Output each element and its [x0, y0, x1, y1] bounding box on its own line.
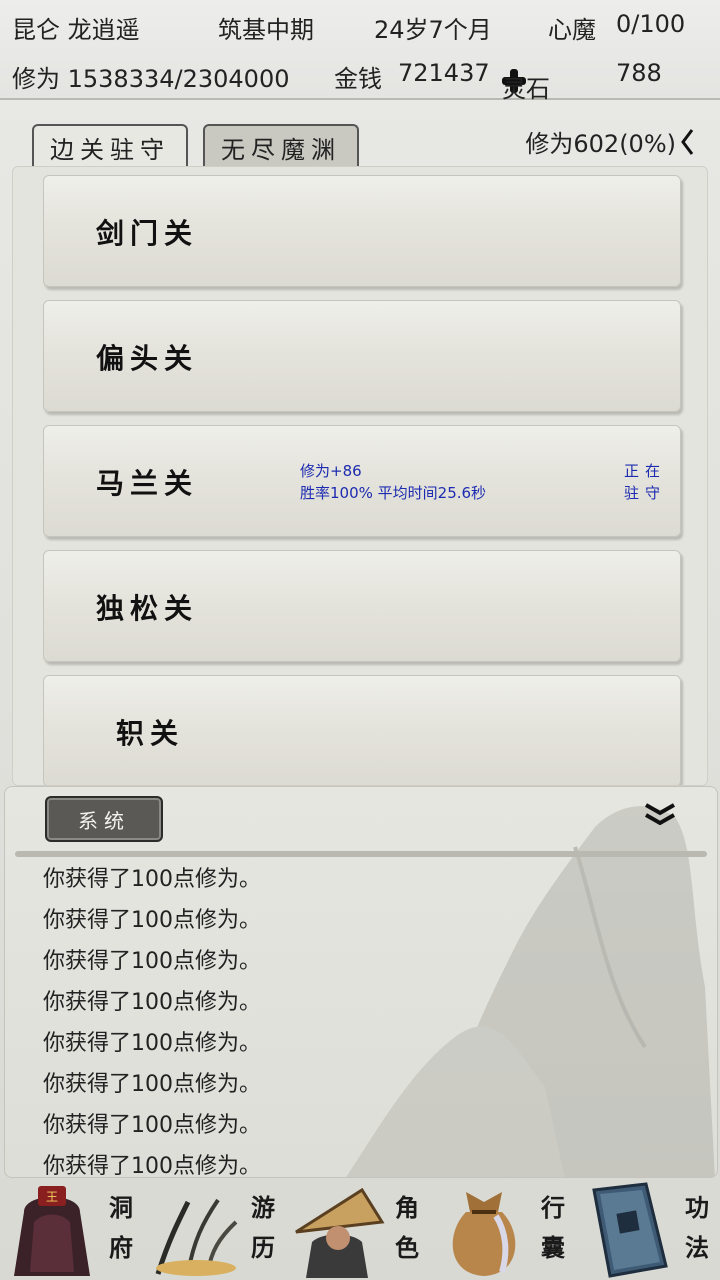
nav-label-char: 色	[395, 1233, 419, 1262]
spirit-stone-label: 灵石	[502, 75, 550, 103]
nav-label-char: 府	[109, 1233, 133, 1262]
pass-name: 偏头关	[96, 342, 199, 375]
guarding-status-line: 正在	[623, 462, 666, 480]
log-lines[interactable]: 你获得了100点修为。 你获得了100点修为。 你获得了100点修为。 你获得了…	[43, 859, 261, 1178]
pass-card-malan[interactable]: 马兰关 修为+86 胜率100% 平均时间25.6秒 正在 驻守	[43, 425, 681, 537]
nav-cave-dwelling[interactable]: 王 洞 府	[0, 1178, 144, 1280]
player-name: 昆仑 龙逍遥	[12, 16, 140, 44]
pass-name: 轵关	[116, 717, 185, 750]
nav-label-char: 角	[395, 1193, 419, 1222]
log-line: 你获得了100点修为。	[43, 867, 261, 892]
tab-endless-abyss[interactable]: 无尽魔渊	[203, 124, 359, 168]
pass-name: 马兰关	[96, 467, 199, 500]
pass-name: 剑门关	[96, 217, 199, 250]
guarding-status: 正在 驻守	[616, 460, 666, 504]
double-chevron-down-icon[interactable]	[643, 803, 677, 825]
money-label: 金钱	[334, 65, 382, 93]
log-line: 你获得了100点修为。	[43, 949, 261, 974]
travel-icon	[155, 1198, 238, 1276]
log-line: 你获得了100点修为。	[43, 1154, 261, 1178]
demon-value: 0/100	[616, 10, 686, 38]
log-line: 你获得了100点修为。	[43, 1031, 261, 1056]
log-line: 你获得了100点修为。	[43, 990, 261, 1015]
pass-win-rate: 胜率100% 平均时间25.6秒	[300, 484, 487, 502]
nav-character[interactable]: 角 色	[288, 1178, 432, 1280]
nav-label: 功 法	[682, 1188, 712, 1268]
demon-label: 心魔	[548, 16, 596, 44]
divider	[15, 851, 707, 857]
pass-card-zhi[interactable]: 轵关	[43, 675, 681, 785]
character-icon	[295, 1187, 385, 1278]
nav-label-char: 功	[685, 1193, 709, 1222]
nav-label-char: 囊	[541, 1233, 565, 1262]
realm-label: 筑基中期	[218, 16, 314, 44]
nav-label: 游 历	[248, 1188, 278, 1268]
cave-dwelling-icon: 王	[14, 1186, 90, 1276]
pass-card-dusong[interactable]: 独松关	[43, 550, 681, 662]
spirit-stone-value: 788	[616, 59, 662, 87]
nav-label: 洞 府	[106, 1188, 136, 1268]
log-line: 你获得了100点修为。	[43, 1072, 261, 1097]
tab-border-guard[interactable]: 边关驻守	[32, 124, 188, 168]
log-line: 你获得了100点修为。	[43, 908, 261, 933]
bag-icon	[452, 1192, 516, 1276]
technique-book-icon	[592, 1182, 668, 1278]
pass-list: 剑门关 偏头关 马兰关 修为+86 胜率100% 平均时间25.6秒 正在 驻守…	[12, 166, 708, 786]
pass-reward: 修为+86	[300, 462, 362, 480]
message-log: 系统 你获得了100点修为。 你获得了100点修为。 你获得了100点修为。 你…	[4, 786, 718, 1178]
nav-label: 角 色	[392, 1188, 422, 1268]
nav-label: 行 囊	[538, 1188, 568, 1268]
nav-label-char: 行	[541, 1193, 565, 1222]
nav-label-char: 历	[251, 1233, 275, 1262]
money-value: 721437	[398, 59, 490, 87]
system-channel-button[interactable]: 系统	[45, 796, 163, 842]
pass-name: 独松关	[96, 592, 199, 625]
cultivation-progress: 修为 1538334/2304000	[12, 65, 290, 93]
guarding-status-line: 驻守	[623, 484, 666, 502]
age-label: 24岁7个月	[374, 16, 492, 44]
nav-technique[interactable]: 功 法	[576, 1178, 720, 1280]
chevron-left-icon[interactable]	[680, 128, 694, 156]
nav-label-char: 法	[685, 1233, 709, 1262]
status-bar: 昆仑 龙逍遥 筑基中期 24岁7个月 心魔 0/100 修为 1538334/2…	[0, 0, 720, 103]
cultivation-rate: 修为602(0%)	[525, 130, 676, 158]
bottom-nav: 王 洞 府 游 历 角 色 行 囊 功 法	[0, 1178, 720, 1280]
log-line: 你获得了100点修为。	[43, 1113, 261, 1138]
pass-card-piantou[interactable]: 偏头关	[43, 300, 681, 412]
nav-travel[interactable]: 游 历	[144, 1178, 288, 1280]
pass-card-jianmen[interactable]: 剑门关	[43, 175, 681, 287]
nav-bag[interactable]: 行 囊	[432, 1178, 576, 1280]
svg-text:王: 王	[46, 1190, 58, 1204]
nav-label-char: 游	[251, 1193, 275, 1222]
pass-stats: 修为+86 胜率100% 平均时间25.6秒	[300, 460, 486, 504]
ink-landscape-decoration	[346, 806, 715, 1177]
nav-label-char: 洞	[109, 1193, 133, 1222]
